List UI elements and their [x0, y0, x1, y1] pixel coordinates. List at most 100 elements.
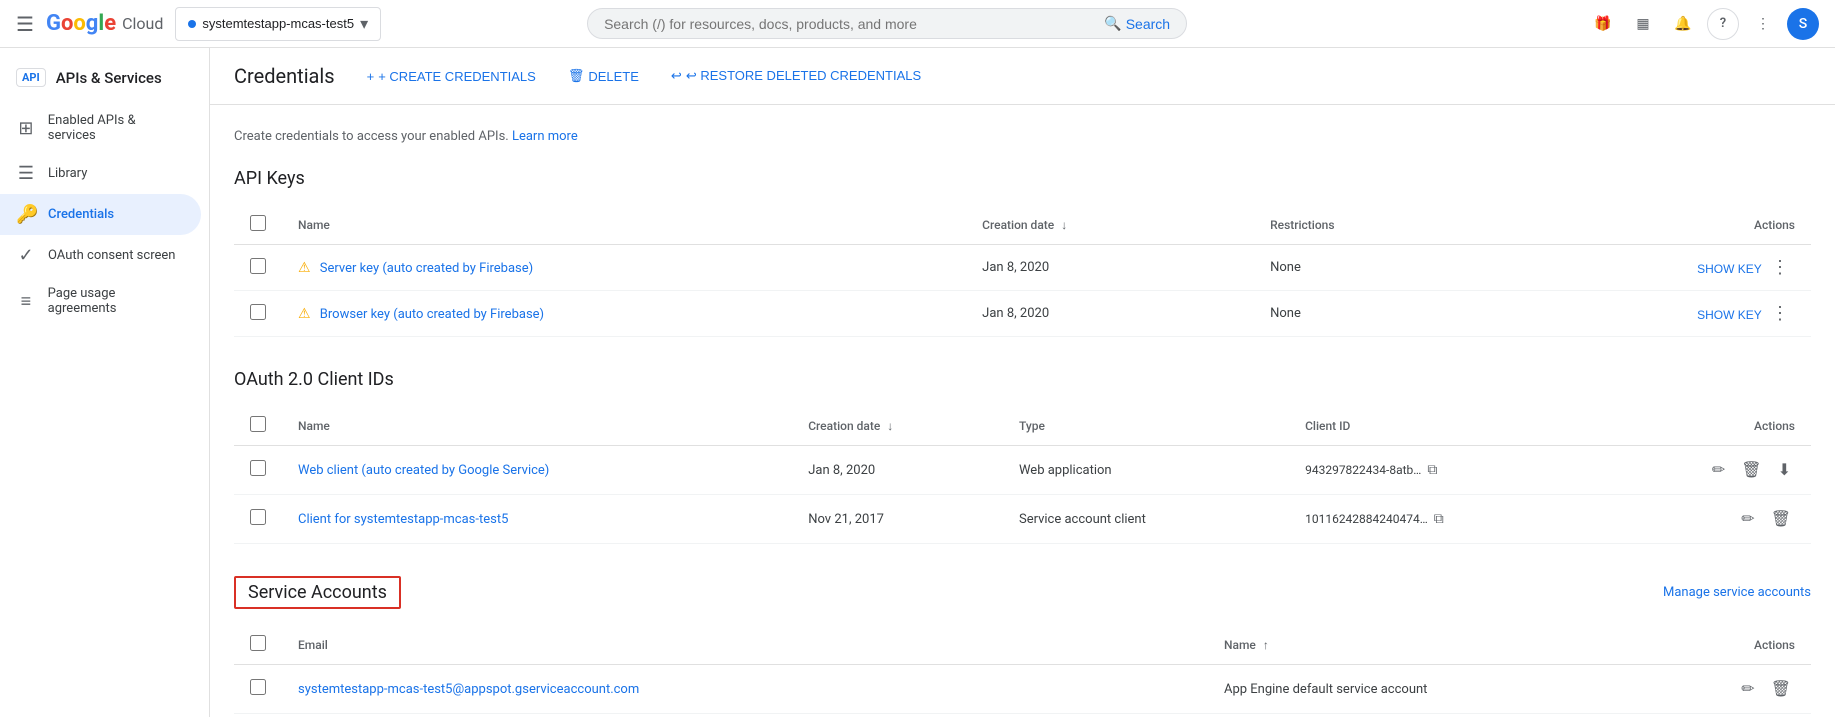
select-all-header	[234, 406, 282, 446]
sidebar-item-page-usage[interactable]: ≡ Page usage agreements	[0, 276, 201, 326]
name-column-header[interactable]: Name ↑	[1208, 625, 1639, 665]
plus-icon: +	[367, 69, 375, 84]
table-row: systemtestapp-mcas-test5@appspot.gservic…	[234, 665, 1811, 714]
service-accounts-header: Service Accounts Manage service accounts	[234, 576, 1811, 609]
creation-date-cell: Jan 8, 2020	[966, 291, 1254, 337]
service-accounts-title: Service Accounts	[234, 576, 401, 609]
hamburger-icon[interactable]: ☰	[16, 12, 34, 36]
search-input[interactable]	[604, 16, 1096, 32]
sidebar: API APIs & Services ⊞ Enabled APIs & ser…	[0, 48, 210, 717]
learn-more-link[interactable]: Learn more	[512, 129, 578, 144]
api-keys-header-row: Name Creation date ↓ Restrictions Action…	[234, 205, 1811, 245]
name-column-header: Name	[282, 205, 966, 245]
select-all-header	[234, 625, 282, 665]
restore-deleted-credentials-button[interactable]: ↩ ↩ RESTORE DELETED CREDENTIALS	[663, 62, 929, 90]
copy-icon[interactable]: ⧉	[1434, 511, 1444, 527]
google-cloud-logo[interactable]: Google Cloud	[46, 11, 163, 36]
project-name: systemtestapp-mcas-test5	[202, 16, 354, 31]
oauth-clients-table: Name Creation date ↓ Type Client ID	[234, 406, 1811, 544]
row-checkbox[interactable]	[250, 460, 266, 476]
sidebar-item-library[interactable]: ☰ Library	[0, 153, 201, 194]
chevron-down-icon: ▾	[360, 14, 368, 34]
oauth-clients-section: OAuth 2.0 Client IDs Name Creation date	[234, 369, 1811, 544]
sort-icon: ↓	[1061, 218, 1067, 232]
edit-button[interactable]: ✏	[1708, 456, 1729, 484]
page-title: Credentials	[234, 64, 335, 88]
table-row: ⚠ Server key (auto created by Firebase) …	[234, 245, 1811, 291]
avatar[interactable]: S	[1787, 8, 1819, 40]
copy-icon[interactable]: ⧉	[1427, 462, 1437, 478]
help-icon[interactable]: ?	[1707, 8, 1739, 40]
delete-button[interactable]: 🗑	[1737, 456, 1765, 484]
row-checkbox[interactable]	[250, 258, 266, 274]
row-checkbox[interactable]	[250, 304, 266, 320]
api-keys-title: API Keys	[234, 168, 1811, 189]
key-icon: 🔑	[16, 204, 36, 225]
delete-button[interactable]: 🗑	[1767, 505, 1795, 533]
email-column-header: Email	[282, 625, 1208, 665]
manage-service-accounts-link[interactable]: Manage service accounts	[1663, 585, 1811, 600]
app-layout: API APIs & Services ⊞ Enabled APIs & ser…	[0, 48, 1835, 717]
name-column-header: Name	[282, 406, 792, 446]
notifications-icon[interactable]: 🔔	[1667, 8, 1699, 40]
row-checkbox[interactable]	[250, 679, 266, 695]
main-content: Credentials + + CREATE CREDENTIALS 🗑 DEL…	[210, 48, 1835, 717]
table-row: defender-for-cloud-apps@systemtestapp-mc…	[234, 714, 1811, 717]
sidebar-title: APIs & Services	[56, 69, 162, 87]
client-id-cell: 943297822434-8atb… ⧉	[1305, 462, 1580, 478]
more-options-icon[interactable]: ⋮	[1747, 8, 1779, 40]
action-icons: ✏ 🗑	[1612, 505, 1795, 533]
api-badge: API	[16, 68, 46, 87]
api-key-name-link[interactable]: Browser key (auto created by Firebase)	[320, 307, 544, 322]
oauth-client-name-link[interactable]: Web client (auto created by Google Servi…	[298, 463, 549, 478]
oauth-icon: ✓	[16, 245, 36, 266]
screen-icon[interactable]: ▦	[1627, 8, 1659, 40]
info-text: Create credentials to access your enable…	[234, 129, 1811, 144]
oauth-client-name-link[interactable]: Client for systemtestapp-mcas-test5	[298, 512, 508, 527]
delete-button[interactable]: 🗑	[1767, 675, 1795, 703]
row-checkbox[interactable]	[250, 509, 266, 525]
api-keys-table: Name Creation date ↓ Restrictions Action…	[234, 205, 1811, 337]
select-all-checkbox[interactable]	[250, 215, 266, 231]
project-selector[interactable]: systemtestapp-mcas-test5 ▾	[175, 7, 381, 41]
select-all-checkbox[interactable]	[250, 416, 266, 432]
type-column-header: Type	[1003, 406, 1289, 446]
api-key-name-link[interactable]: Server key (auto created by Firebase)	[320, 261, 533, 276]
delete-button[interactable]: 🗑 DELETE	[560, 62, 647, 90]
type-cell: Service account client	[1003, 495, 1289, 544]
creation-date-column-header[interactable]: Creation date ↓	[966, 205, 1254, 245]
content-area: Create credentials to access your enable…	[210, 105, 1835, 717]
download-button[interactable]: ⬇	[1774, 456, 1795, 484]
search-button[interactable]: 🔍 Search	[1104, 15, 1170, 32]
creation-date-column-header[interactable]: Creation date ↓	[792, 406, 1003, 446]
library-icon: ☰	[16, 163, 36, 184]
select-all-header	[234, 205, 282, 245]
show-key-button[interactable]: SHOW KEY	[1697, 308, 1762, 322]
search-icon: 🔍	[1104, 15, 1121, 32]
sort-icon: ↓	[887, 419, 893, 433]
search-bar: 🔍 Search	[587, 8, 1187, 39]
sidebar-item-enabled-apis[interactable]: ⊞ Enabled APIs & services	[0, 103, 201, 153]
logo-text: Cloud	[122, 14, 163, 33]
creation-date-cell: Nov 21, 2017	[792, 495, 1003, 544]
more-options-button[interactable]: ⋮	[1765, 301, 1795, 326]
edit-button[interactable]: ✏	[1737, 505, 1758, 533]
sa-email-link[interactable]: systemtestapp-mcas-test5@appspot.gservic…	[298, 682, 639, 697]
edit-button[interactable]: ✏	[1737, 675, 1758, 703]
sidebar-item-label: Page usage agreements	[48, 286, 185, 316]
table-row: Web client (auto created by Google Servi…	[234, 446, 1811, 495]
type-cell: Web application	[1003, 446, 1289, 495]
sa-name-cell: App Engine default service account	[1208, 665, 1639, 714]
sidebar-header: API APIs & Services	[0, 56, 209, 103]
more-options-button[interactable]: ⋮	[1765, 255, 1795, 280]
select-all-checkbox[interactable]	[250, 635, 266, 651]
create-credentials-button[interactable]: + + CREATE CREDENTIALS	[359, 63, 544, 90]
gift-icon[interactable]: 🎁	[1587, 8, 1619, 40]
sidebar-item-credentials[interactable]: 🔑 Credentials	[0, 194, 201, 235]
warning-icon: ⚠	[298, 306, 311, 322]
service-accounts-section: Service Accounts Manage service accounts…	[234, 576, 1811, 717]
sa-header-row: Email Name ↑ Actions	[234, 625, 1811, 665]
sidebar-item-oauth-consent[interactable]: ✓ OAuth consent screen	[0, 235, 201, 276]
sidebar-item-label: OAuth consent screen	[48, 248, 175, 263]
show-key-button[interactable]: SHOW KEY	[1697, 262, 1762, 276]
